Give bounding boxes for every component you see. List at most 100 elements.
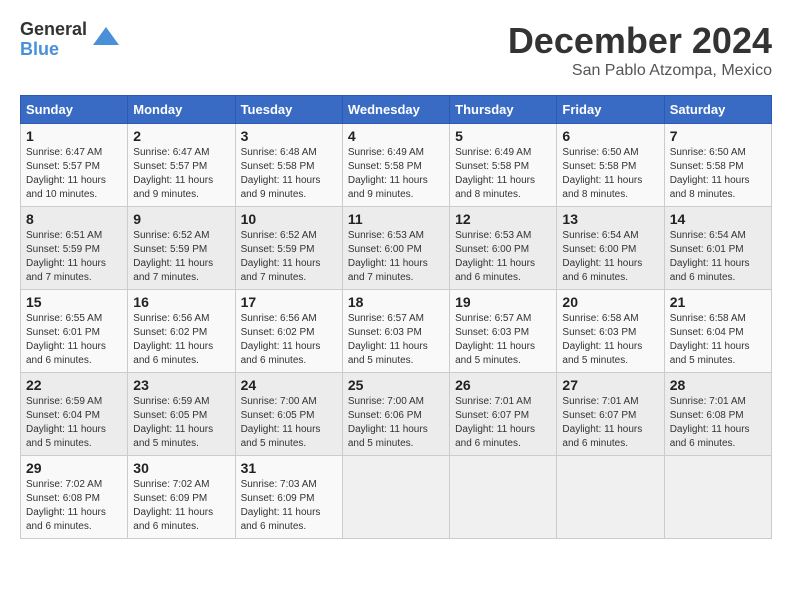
sunset-label: Sunset: 5:58 PM (670, 161, 744, 172)
daylight-label: Daylight: 11 hours and 6 minutes. (562, 258, 642, 283)
day-info: Sunrise: 7:03 AM Sunset: 6:09 PM Dayligh… (241, 478, 337, 534)
sunrise-label: Sunrise: 6:47 AM (26, 147, 102, 158)
sunset-label: Sunset: 6:01 PM (26, 327, 100, 338)
day-number: 30 (133, 460, 229, 476)
day-number: 2 (133, 128, 229, 144)
sunset-label: Sunset: 6:00 PM (562, 244, 636, 255)
sunset-label: Sunset: 6:05 PM (133, 410, 207, 421)
daylight-label: Daylight: 11 hours and 9 minutes. (241, 175, 321, 200)
sunset-label: Sunset: 5:58 PM (348, 161, 422, 172)
logo-general-text: General (20, 20, 87, 40)
sunset-label: Sunset: 5:59 PM (241, 244, 315, 255)
sunset-label: Sunset: 6:03 PM (562, 327, 636, 338)
daylight-label: Daylight: 11 hours and 8 minutes. (670, 175, 750, 200)
calendar-cell: 16 Sunrise: 6:56 AM Sunset: 6:02 PM Dayl… (128, 290, 235, 373)
calendar-cell: 3 Sunrise: 6:48 AM Sunset: 5:58 PM Dayli… (235, 124, 342, 207)
calendar-cell: 9 Sunrise: 6:52 AM Sunset: 5:59 PM Dayli… (128, 207, 235, 290)
sunrise-label: Sunrise: 7:00 AM (348, 396, 424, 407)
daylight-label: Daylight: 11 hours and 9 minutes. (348, 175, 428, 200)
calendar-cell: 12 Sunrise: 6:53 AM Sunset: 6:00 PM Dayl… (450, 207, 557, 290)
day-info: Sunrise: 6:59 AM Sunset: 6:04 PM Dayligh… (26, 395, 122, 451)
calendar-cell (557, 456, 664, 539)
sunset-label: Sunset: 6:02 PM (133, 327, 207, 338)
calendar-cell: 31 Sunrise: 7:03 AM Sunset: 6:09 PM Dayl… (235, 456, 342, 539)
sunrise-label: Sunrise: 6:50 AM (670, 147, 746, 158)
day-info: Sunrise: 7:00 AM Sunset: 6:06 PM Dayligh… (348, 395, 444, 451)
calendar-cell: 20 Sunrise: 6:58 AM Sunset: 6:03 PM Dayl… (557, 290, 664, 373)
weekday-header-thursday: Thursday (450, 96, 557, 124)
calendar-cell: 17 Sunrise: 6:56 AM Sunset: 6:02 PM Dayl… (235, 290, 342, 373)
weekday-header-friday: Friday (557, 96, 664, 124)
sunrise-label: Sunrise: 6:51 AM (26, 230, 102, 241)
daylight-label: Daylight: 11 hours and 5 minutes. (241, 424, 321, 449)
day-info: Sunrise: 6:53 AM Sunset: 6:00 PM Dayligh… (455, 229, 551, 285)
day-info: Sunrise: 7:02 AM Sunset: 6:09 PM Dayligh… (133, 478, 229, 534)
sunset-label: Sunset: 5:59 PM (133, 244, 207, 255)
calendar-week-5: 29 Sunrise: 7:02 AM Sunset: 6:08 PM Dayl… (21, 456, 772, 539)
sunset-label: Sunset: 5:58 PM (562, 161, 636, 172)
calendar-cell: 15 Sunrise: 6:55 AM Sunset: 6:01 PM Dayl… (21, 290, 128, 373)
day-number: 8 (26, 211, 122, 227)
day-number: 4 (348, 128, 444, 144)
month-title: December 2024 (508, 20, 772, 62)
sunrise-label: Sunrise: 7:00 AM (241, 396, 317, 407)
sunset-label: Sunset: 6:04 PM (26, 410, 100, 421)
calendar-cell: 24 Sunrise: 7:00 AM Sunset: 6:05 PM Dayl… (235, 373, 342, 456)
sunset-label: Sunset: 6:00 PM (455, 244, 529, 255)
sunset-label: Sunset: 6:02 PM (241, 327, 315, 338)
daylight-label: Daylight: 11 hours and 8 minutes. (562, 175, 642, 200)
daylight-label: Daylight: 11 hours and 5 minutes. (455, 341, 535, 366)
calendar-week-3: 15 Sunrise: 6:55 AM Sunset: 6:01 PM Dayl… (21, 290, 772, 373)
calendar-cell: 21 Sunrise: 6:58 AM Sunset: 6:04 PM Dayl… (664, 290, 771, 373)
calendar-body: 1 Sunrise: 6:47 AM Sunset: 5:57 PM Dayli… (21, 124, 772, 539)
calendar-cell: 27 Sunrise: 7:01 AM Sunset: 6:07 PM Dayl… (557, 373, 664, 456)
day-number: 15 (26, 294, 122, 310)
sunrise-label: Sunrise: 6:50 AM (562, 147, 638, 158)
day-number: 29 (26, 460, 122, 476)
day-number: 23 (133, 377, 229, 393)
sunrise-label: Sunrise: 6:48 AM (241, 147, 317, 158)
calendar-cell: 28 Sunrise: 7:01 AM Sunset: 6:08 PM Dayl… (664, 373, 771, 456)
calendar-table: SundayMondayTuesdayWednesdayThursdayFrid… (20, 95, 772, 539)
calendar-cell (664, 456, 771, 539)
weekday-row: SundayMondayTuesdayWednesdayThursdayFrid… (21, 96, 772, 124)
day-info: Sunrise: 6:59 AM Sunset: 6:05 PM Dayligh… (133, 395, 229, 451)
sunrise-label: Sunrise: 6:56 AM (241, 313, 317, 324)
sunrise-label: Sunrise: 6:54 AM (670, 230, 746, 241)
day-number: 17 (241, 294, 337, 310)
daylight-label: Daylight: 11 hours and 6 minutes. (455, 258, 535, 283)
day-number: 28 (670, 377, 766, 393)
sunset-label: Sunset: 6:08 PM (670, 410, 744, 421)
day-info: Sunrise: 6:56 AM Sunset: 6:02 PM Dayligh… (241, 312, 337, 368)
daylight-label: Daylight: 11 hours and 6 minutes. (455, 424, 535, 449)
sunset-label: Sunset: 6:06 PM (348, 410, 422, 421)
daylight-label: Daylight: 11 hours and 7 minutes. (241, 258, 321, 283)
sunrise-label: Sunrise: 7:02 AM (133, 479, 209, 490)
day-info: Sunrise: 6:58 AM Sunset: 6:04 PM Dayligh… (670, 312, 766, 368)
day-info: Sunrise: 7:02 AM Sunset: 6:08 PM Dayligh… (26, 478, 122, 534)
sunset-label: Sunset: 5:58 PM (455, 161, 529, 172)
title-block: December 2024 San Pablo Atzompa, Mexico (508, 20, 772, 80)
sunrise-label: Sunrise: 7:01 AM (455, 396, 531, 407)
day-number: 6 (562, 128, 658, 144)
sunrise-label: Sunrise: 6:56 AM (133, 313, 209, 324)
day-info: Sunrise: 6:54 AM Sunset: 6:00 PM Dayligh… (562, 229, 658, 285)
day-info: Sunrise: 6:47 AM Sunset: 5:57 PM Dayligh… (26, 146, 122, 202)
daylight-label: Daylight: 11 hours and 6 minutes. (26, 507, 106, 532)
sunrise-label: Sunrise: 6:57 AM (455, 313, 531, 324)
sunrise-label: Sunrise: 6:53 AM (348, 230, 424, 241)
sunrise-label: Sunrise: 7:02 AM (26, 479, 102, 490)
sunset-label: Sunset: 6:08 PM (26, 493, 100, 504)
logo: General Blue (20, 20, 121, 60)
day-info: Sunrise: 6:54 AM Sunset: 6:01 PM Dayligh… (670, 229, 766, 285)
sunset-label: Sunset: 6:01 PM (670, 244, 744, 255)
day-info: Sunrise: 6:53 AM Sunset: 6:00 PM Dayligh… (348, 229, 444, 285)
day-info: Sunrise: 6:50 AM Sunset: 5:58 PM Dayligh… (562, 146, 658, 202)
sunrise-label: Sunrise: 6:58 AM (562, 313, 638, 324)
day-number: 20 (562, 294, 658, 310)
daylight-label: Daylight: 11 hours and 5 minutes. (133, 424, 213, 449)
day-info: Sunrise: 6:58 AM Sunset: 6:03 PM Dayligh… (562, 312, 658, 368)
day-info: Sunrise: 7:01 AM Sunset: 6:07 PM Dayligh… (562, 395, 658, 451)
sunset-label: Sunset: 5:58 PM (241, 161, 315, 172)
sunset-label: Sunset: 6:00 PM (348, 244, 422, 255)
